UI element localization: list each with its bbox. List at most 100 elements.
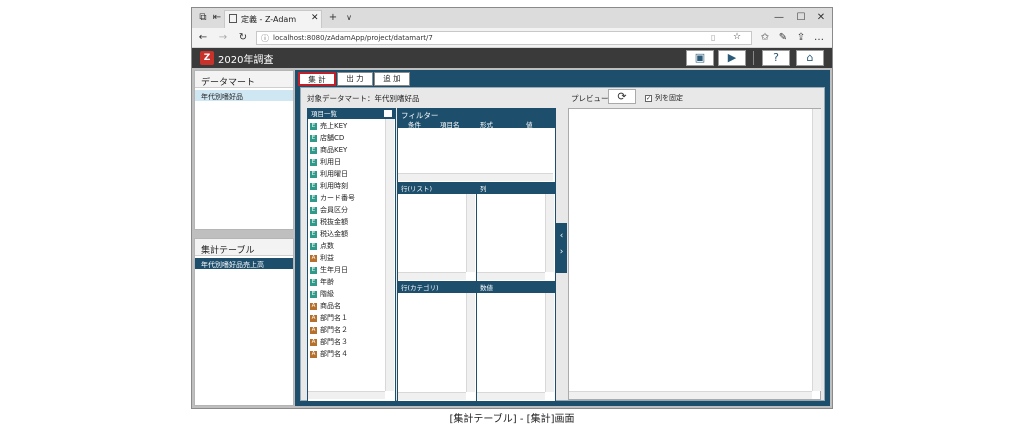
field-item[interactable]: E 店舗CD [310, 133, 344, 145]
address-bar: ← → ↻ ⓘ localhost:8080/zAdamApp/project/… [192, 28, 832, 48]
field-item[interactable]: E 会員区分 [310, 205, 348, 217]
forward-icon[interactable]: → [216, 31, 230, 45]
field-item[interactable]: E 点数 [310, 241, 334, 253]
new-tab-icon[interactable]: + [326, 11, 340, 25]
preview-hscrollbar[interactable] [569, 391, 812, 399]
field-item[interactable]: E 利用時刻 [310, 181, 348, 193]
maximize-icon[interactable]: ☐ [794, 11, 808, 25]
datamart-panel-title: データマート [195, 71, 293, 88]
tab-output[interactable]: 出 力 [337, 72, 373, 86]
url-text: localhost:8080/zAdamApp/project/datamart… [273, 34, 433, 42]
save-icon[interactable]: ▣ [686, 50, 714, 66]
field-item-label: 利用日 [320, 158, 341, 166]
columns-hscrollbar[interactable] [477, 272, 545, 280]
field-item-label: 利益 [320, 254, 334, 262]
figure-caption: [集計テーブル] - [集計]画面 [449, 414, 575, 425]
field-item-label: 店舗CD [320, 134, 345, 142]
field-item[interactable]: E 生年月日 [310, 265, 348, 277]
help-icon[interactable]: ? [762, 50, 790, 66]
field-item[interactable]: E 税抜金額 [310, 217, 348, 229]
values-hscrollbar[interactable] [477, 392, 545, 400]
close-tab-icon[interactable]: ✕ [311, 13, 319, 23]
numeric-type-icon: E [310, 182, 317, 190]
item-list-scrollbar[interactable] [385, 119, 394, 391]
numeric-type-icon: E [310, 230, 317, 238]
preview-scrollbar[interactable] [812, 109, 821, 391]
field-item-label: 商品名 [320, 302, 341, 310]
columns-scrollbar[interactable] [545, 194, 554, 272]
field-item[interactable]: E 利用曜日 [310, 169, 348, 181]
field-item-label: カード番号 [320, 194, 355, 202]
tab-menu-icon[interactable]: ∨ [342, 11, 356, 25]
field-item[interactable]: E 年齢 [310, 277, 334, 289]
numeric-type-icon: E [310, 170, 317, 178]
close-window-icon[interactable]: ✕ [814, 11, 828, 25]
attribute-type-icon: A [310, 338, 317, 346]
numeric-type-icon: E [310, 290, 317, 298]
favorites-icon[interactable]: ✩ [758, 31, 772, 45]
numeric-type-icon: E [310, 278, 317, 286]
preview-label: プレビュー [571, 94, 609, 103]
item-list-toggle-icon[interactable] [383, 109, 393, 118]
field-item-label: 年齢 [320, 278, 334, 286]
table-item[interactable]: 年代別嗜好品売上高 [195, 258, 293, 269]
preview-area [568, 108, 821, 400]
fix-columns-checkbox[interactable]: ✓ [645, 95, 652, 102]
field-item[interactable]: E 売上KEY [310, 121, 347, 133]
app-title: 2020年調査 [218, 55, 274, 66]
tab-title: 定義 - Z-Adam [241, 15, 297, 24]
set-aside-tabs-icon[interactable]: ⇤ [210, 11, 224, 25]
browser-window: ⧉ ⇤ 定義 - Z-Adam ✕ + ∨ — ☐ ✕ ← → ↻ ⓘ loca… [191, 7, 833, 409]
rows-list-hscrollbar[interactable] [398, 272, 466, 280]
filter-panel: フィルター 条件 項目名 形式 値 [397, 108, 556, 183]
refresh-preview-icon[interactable]: ⟳ [608, 89, 636, 104]
field-item-label: 利用時刻 [320, 182, 348, 190]
field-item[interactable]: A 部門名２ [310, 325, 348, 337]
table-panel: 集計テーブル 年代別嗜好品売上高 [194, 238, 294, 406]
main-panel: 集 計 出 力 追 加 対象データマート：年代別嗜好品 項目一覧 E 売上KEY E… [295, 70, 830, 406]
field-item[interactable]: A 商品名 [310, 301, 341, 313]
reading-view-icon[interactable]: ▯ [711, 33, 715, 42]
tab-add[interactable]: 追 加 [374, 72, 410, 86]
tab-actions-icon[interactable]: ⧉ [196, 11, 210, 25]
field-item[interactable]: E 商品KEY [310, 145, 347, 157]
rows-category-hscrollbar[interactable] [398, 392, 466, 400]
filter-hscrollbar[interactable] [398, 173, 553, 181]
attribute-type-icon: A [310, 326, 317, 334]
tab-aggregate[interactable]: 集 計 [298, 72, 336, 86]
notes-icon[interactable]: ✎ [776, 31, 790, 45]
info-icon[interactable]: ⓘ [261, 33, 269, 44]
app-header: Z 2020年調査 ▣ ▶ ? ⌂ [192, 48, 832, 68]
attribute-type-icon: A [310, 314, 317, 322]
field-item[interactable]: A 部門名１ [310, 313, 348, 325]
datamart-item[interactable]: 年代別嗜好品 [195, 90, 293, 101]
fix-columns-label: 列を固定 [655, 94, 683, 102]
collapse-toggle-icon[interactable]: ‹ › [556, 223, 567, 273]
field-item[interactable]: E カード番号 [310, 193, 355, 205]
item-list-hscrollbar[interactable] [308, 391, 385, 399]
attribute-type-icon: A [310, 350, 317, 358]
back-icon[interactable]: ← [196, 31, 210, 45]
favorite-star-icon[interactable]: ☆ [733, 32, 741, 42]
minimize-icon[interactable]: — [772, 11, 786, 25]
field-item[interactable]: E 税込金額 [310, 229, 348, 241]
field-item[interactable]: A 部門名４ [310, 349, 348, 361]
share-icon[interactable]: ⇪ [794, 31, 808, 45]
field-item-label: 生年月日 [320, 266, 348, 274]
refresh-icon[interactable]: ↻ [236, 31, 250, 45]
home-icon[interactable]: ⌂ [796, 50, 824, 66]
rows-list-panel: 行(リスト) [397, 183, 477, 282]
field-item[interactable]: A 利益 [310, 253, 334, 265]
field-item-label: 階級 [320, 290, 334, 298]
rows-list-scrollbar[interactable] [466, 194, 475, 272]
values-scrollbar[interactable] [545, 293, 554, 392]
rows-category-scrollbar[interactable] [466, 293, 475, 392]
numeric-type-icon: E [310, 218, 317, 226]
browser-tab[interactable]: 定義 - Z-Adam ✕ [224, 10, 322, 28]
field-item[interactable]: E 利用日 [310, 157, 341, 169]
field-item[interactable]: E 階級 [310, 289, 334, 301]
url-field[interactable]: ⓘ localhost:8080/zAdamApp/project/datama… [256, 31, 752, 45]
field-item[interactable]: A 部門名３ [310, 337, 348, 349]
more-icon[interactable]: … [812, 31, 826, 45]
run-icon[interactable]: ▶ [718, 50, 746, 66]
